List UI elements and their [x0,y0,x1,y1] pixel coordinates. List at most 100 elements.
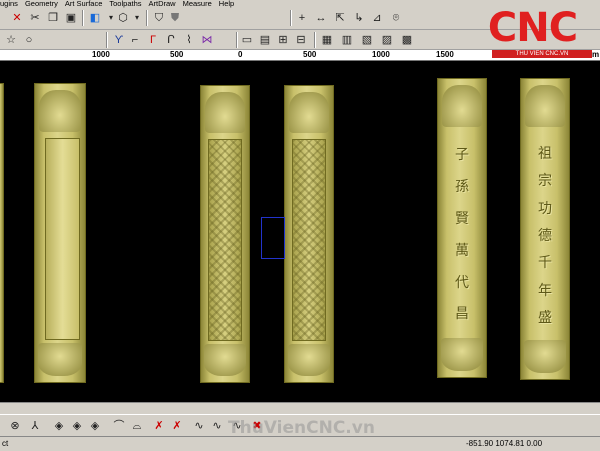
couplet-char: 昌 [455,306,469,323]
status-coordinates: -851.90 1074.81 0.00 [466,439,543,448]
selection-box[interactable] [261,217,285,259]
menu-art-surface[interactable]: Art Surface [65,0,103,8]
move-icon[interactable]: ↔ [314,11,328,25]
toolbar-separator [236,32,238,48]
brush-icon[interactable]: ⌒ [112,419,126,433]
cross-icon[interactable]: + [295,11,309,25]
weld-icon[interactable]: ⊞ [276,33,290,47]
snap-icon[interactable]: ⊗ [8,419,22,433]
ungroup-icon[interactable]: ▤ [258,33,272,47]
chevron-down-icon[interactable]: ▾ [130,11,144,25]
shape-icon[interactable]: ⬡ [116,11,130,25]
toolbar-separator [82,10,84,26]
couplet-char: 代 [455,274,469,291]
logo-text: CNC [487,5,578,51]
relief-panel-edge[interactable] [0,83,4,383]
panel-flower-bottom [523,340,567,373]
align-icon[interactable]: ▥ [340,33,354,47]
toolbar-separator [314,32,316,48]
layer-icon[interactable]: ▦ [320,33,334,47]
panel-lattice-field [292,139,326,341]
couplet-char: 年 [538,282,552,299]
couplet-char: 祖 [538,145,552,162]
panel-flower-bottom [203,343,247,377]
brush-icon[interactable]: ⌓ [130,419,144,433]
rotate-icon[interactable]: ⇱ [333,11,347,25]
trim-icon[interactable]: ⊟ [294,33,308,47]
node-edit-icon[interactable]: ⅄ [28,419,42,433]
ruler-label: 500 [170,50,184,59]
path-icon[interactable]: Ր [164,33,178,47]
text-icon[interactable]: ▧ [360,33,374,47]
couplet-char: 孫 [455,179,469,196]
menu-toolpaths[interactable]: Toolpaths [109,0,141,8]
delete-node-icon[interactable]: ✗ [152,419,166,433]
relief-panel-1[interactable] [34,83,86,383]
ruler-label: 1000 [92,50,110,59]
panel-flower-bottom [38,343,82,377]
ruler-label: 1500 [436,50,454,59]
watermark-text: ThuVienCNC.vn [228,418,375,438]
panel-flower-bottom [440,338,484,372]
copy-icon[interactable]: ❐ [46,11,60,25]
couplet-char: 萬 [455,242,469,259]
menu-help[interactable]: Help [219,0,234,8]
corner-icon[interactable]: ⌐ [128,33,142,47]
delete-node-icon[interactable]: ✗ [170,419,184,433]
lasso-icon[interactable]: ⌾ [389,11,403,25]
curve-icon[interactable]: ∿ [210,419,224,433]
toolbar-separator [106,32,108,48]
diamond-icon[interactable]: ◈ [52,419,66,433]
menu-geometry[interactable]: Geometry [25,0,58,8]
couplet-char: 千 [538,255,552,272]
scissors-icon[interactable]: ✂ [28,11,42,25]
shield-icon[interactable]: ⛉ [152,11,166,25]
status-bar: ct -851.90 1074.81 0.00 [0,436,600,451]
star-icon[interactable]: ☆ [4,33,18,47]
panel-couplet-text: 子 孫 賢 萬 代 昌 [438,139,486,330]
layer-icon[interactable]: ▨ [380,33,394,47]
design-canvas[interactable]: 子 孫 賢 萬 代 昌 祖 宗 功 德 千 年 盛 [0,61,600,402]
cube-icon[interactable]: ◧ [88,11,102,25]
diamond-icon[interactable]: ◈ [70,419,84,433]
panel-dragon-top [524,85,566,127]
curve-icon[interactable]: ∿ [192,419,206,433]
menu-measure[interactable]: Measure [183,0,212,8]
couplet-char: 盛 [538,310,552,327]
couplet-char: 德 [538,227,552,244]
group-icon[interactable]: ▭ [240,33,254,47]
panel-couplet-text: 祖 宗 功 德 千 年 盛 [521,139,569,331]
panel-dragon-top [441,84,483,127]
panel-lattice-field [208,139,242,341]
panel-dragon-top [39,89,81,132]
relief-panel-4[interactable]: 子 孫 賢 萬 代 昌 [437,78,487,378]
ruler-label: 500 [303,50,317,59]
angle-icon[interactable]: Γ [146,33,160,47]
shield-alt-icon[interactable]: ⛊ [168,11,182,25]
circle-icon[interactable]: ○ [22,33,36,47]
toolbar-separator [290,10,292,26]
pen-icon[interactable]: ϒ [112,33,126,47]
couplet-char: 宗 [538,173,552,190]
diamond-icon[interactable]: ◈ [88,419,102,433]
mirror-icon[interactable]: ⋈ [200,33,214,47]
relief-panel-5[interactable]: 祖 宗 功 德 千 年 盛 [520,78,570,380]
relief-panel-3[interactable] [284,85,334,383]
menu-artdraw[interactable]: ArtDraw [149,0,176,8]
couplet-char: 賢 [455,211,469,228]
measure-icon[interactable]: ↳ [352,11,366,25]
toolbar-separator [146,10,148,26]
align-icon[interactable]: ▩ [400,33,414,47]
ruler-label: 1000 [372,50,390,59]
panel-flower-bottom [287,343,331,377]
panel-dragon-top [288,91,330,134]
cnc-logo: CNC THU VIEN CNC.VN [470,6,595,58]
paste-icon[interactable]: ▣ [64,11,78,25]
close-x-icon[interactable]: ✕ [10,11,24,25]
panel-dragon-top [204,91,246,134]
relief-panel-2[interactable] [200,85,250,383]
node-icon[interactable]: ⌇ [182,33,196,47]
menu-plugins[interactable]: ugins [0,0,18,8]
triangle-icon[interactable]: ⊿ [370,11,384,25]
status-text: ct [2,439,9,448]
